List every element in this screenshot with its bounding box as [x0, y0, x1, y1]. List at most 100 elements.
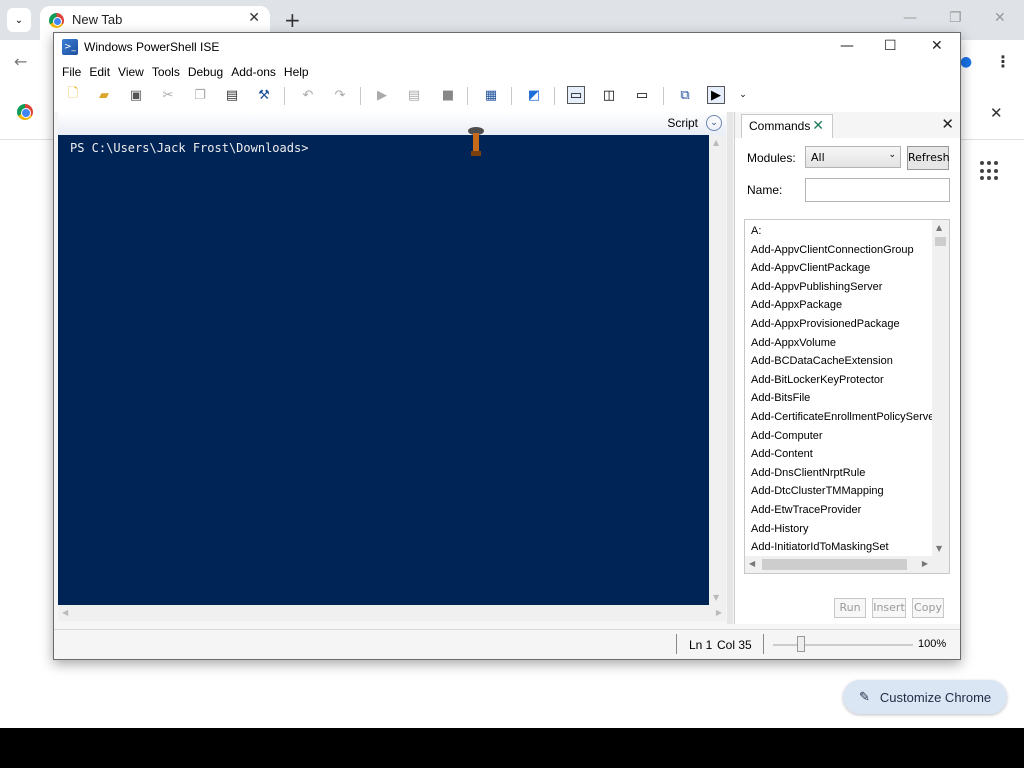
list-item[interactable]: Add-EtwTraceProvider	[751, 501, 937, 520]
menu-debug[interactable]: Debug	[188, 63, 230, 83]
commands-horizontal-scrollbar[interactable]: ◀ ▶	[745, 556, 932, 573]
zoom-level: 100%	[918, 638, 947, 650]
list-item[interactable]: Add-History	[751, 520, 937, 539]
run-selection-icon[interactable]: ▤	[405, 86, 423, 104]
status-line: Ln 1	[689, 638, 713, 652]
ise-minimize-button[interactable]: —	[840, 38, 854, 54]
commands-tab-label: Commands	[749, 119, 811, 133]
new-tab-button[interactable]: +	[284, 8, 301, 32]
tab-search-button[interactable]: ⌄	[7, 8, 31, 32]
menu-add-ons[interactable]: Add-ons	[231, 63, 283, 83]
ise-maximize-button[interactable]: ☐	[884, 38, 897, 54]
chrome-menu-icon[interactable]: ⋮	[995, 52, 1011, 71]
stop-icon[interactable]: ■	[439, 86, 457, 104]
chrome-restore-icon[interactable]: ❐	[949, 10, 962, 26]
list-item[interactable]: Add-AppxVolume	[751, 334, 937, 353]
scroll-down-icon[interactable]: ▼	[936, 544, 942, 553]
copy-icon[interactable]: ❐	[191, 86, 209, 104]
console-horizontal-scrollbar[interactable]: ◀ ▶	[58, 605, 726, 621]
zoom-slider-thumb[interactable]	[797, 636, 805, 652]
scroll-left-icon[interactable]: ◀	[749, 559, 755, 568]
chrome-minimize-icon[interactable]: —	[903, 10, 917, 26]
commands-tab[interactable]: Commands ✕	[741, 114, 833, 138]
paste-icon[interactable]: ▤	[223, 86, 241, 104]
list-item[interactable]: Add-BitsFile	[751, 389, 937, 408]
remote-powershell-icon[interactable]: ▦	[482, 86, 500, 104]
modules-dropdown[interactable]: All ⌄	[805, 146, 901, 168]
show-script-pane-maximized-icon[interactable]: ▭	[633, 86, 651, 104]
menu-help[interactable]: Help	[284, 63, 316, 83]
scroll-up-icon[interactable]: ▲	[936, 223, 942, 232]
start-powershell-icon[interactable]: ◩	[525, 86, 543, 104]
ise-window-title: Windows PowerShell ISE	[84, 40, 220, 54]
list-item[interactable]: Add-Content	[751, 445, 937, 464]
show-script-pane-top-icon[interactable]: ▭	[567, 86, 585, 104]
commands-tab-close-icon[interactable]: ✕	[812, 117, 824, 134]
powershell-ise-window: >_ Windows PowerShell ISE — ☐ ✕ File Edi…	[53, 32, 961, 660]
scroll-right-icon[interactable]: ▶	[716, 608, 722, 617]
toolbar-overflow-icon[interactable]: ⌄	[734, 86, 752, 104]
list-item[interactable]: Add-AppvClientPackage	[751, 259, 937, 278]
console-vertical-scrollbar[interactable]: ▲ ▼	[709, 135, 726, 605]
pane-splitter[interactable]	[727, 112, 733, 624]
save-icon[interactable]: ▣	[127, 86, 145, 104]
scroll-left-icon[interactable]: ◀	[62, 608, 68, 617]
list-item[interactable]: Add-DtcClusterTMMapping	[751, 482, 937, 501]
list-item[interactable]: Add-AppxProvisionedPackage	[751, 315, 937, 334]
run-script-icon[interactable]: ▶	[373, 86, 391, 104]
chrome-close-icon[interactable]: ✕	[994, 10, 1006, 26]
new-file-icon[interactable]: 🗋	[64, 86, 82, 104]
cut-icon[interactable]: ✂	[159, 86, 177, 104]
commands-vertical-scrollbar[interactable]: ▲ ▼	[932, 220, 949, 556]
scrollbar-thumb[interactable]	[762, 559, 907, 570]
show-command-addon-icon[interactable]: ▶	[707, 86, 725, 104]
list-item[interactable]: Add-BitLockerKeyProtector	[751, 371, 937, 390]
clear-console-icon[interactable]: ⚒	[255, 86, 273, 104]
run-button[interactable]: Run	[834, 598, 866, 618]
copy-button[interactable]: Copy	[912, 598, 944, 618]
list-item[interactable]: Add-CertificateEnrollmentPolicyServer	[751, 408, 937, 427]
menu-tools[interactable]: Tools	[152, 63, 187, 83]
zoom-slider[interactable]	[773, 644, 913, 646]
pencil-icon: ✎	[859, 689, 870, 704]
name-filter-input[interactable]	[805, 178, 950, 202]
list-item[interactable]: Add-Computer	[751, 427, 937, 446]
list-item[interactable]: Add-BCDataCacheExtension	[751, 352, 937, 371]
list-item[interactable]: Add-DnsClientNrptRule	[751, 464, 937, 483]
commands-list: A: Add-AppvClientConnectionGroup Add-App…	[744, 219, 950, 574]
script-pane-label[interactable]: Script	[667, 116, 698, 130]
toolbar-separator	[284, 87, 285, 105]
menu-edit[interactable]: Edit	[89, 63, 117, 83]
refresh-button[interactable]: Refresh	[907, 146, 950, 170]
list-item[interactable]: Add-AppxPackage	[751, 296, 937, 315]
list-item[interactable]: A:	[751, 222, 937, 241]
ise-title-bar[interactable]: >_ Windows PowerShell ISE — ☐ ✕	[54, 33, 960, 63]
show-script-pane-right-icon[interactable]: ◫	[600, 86, 618, 104]
undo-icon[interactable]: ↶	[299, 86, 317, 104]
console-pane[interactable]: PS C:\Users\Jack Frost\Downloads>	[58, 135, 709, 605]
list-item[interactable]: Add-AppvClientConnectionGroup	[751, 241, 937, 260]
menu-view[interactable]: View	[118, 63, 151, 83]
commands-body: Modules: All ⌄ Refresh Name: A: Add-Appv…	[735, 138, 960, 624]
show-command-window-icon[interactable]: ⧉	[676, 86, 694, 104]
insert-button[interactable]: Insert	[872, 598, 906, 618]
ise-close-button[interactable]: ✕	[931, 38, 943, 54]
desktop-screen: ⌄ New Tab ✕ + — ❐ ✕ ← ● ⋮ ✕ ✎ Customize …	[0, 0, 1024, 728]
scroll-right-icon[interactable]: ▶	[922, 559, 928, 568]
commands-addon-pane: Commands ✕ ✕ Modules: All ⌄ Refresh Name…	[734, 112, 960, 624]
chevron-down-icon[interactable]: ⌄	[706, 115, 722, 131]
customize-chrome-button[interactable]: ✎ Customize Chrome	[843, 680, 1007, 714]
apps-grid-icon[interactable]	[980, 161, 1000, 181]
redo-icon[interactable]: ↷	[331, 86, 349, 104]
info-bar-close-icon[interactable]: ✕	[990, 104, 1003, 122]
scrollbar-thumb[interactable]	[935, 237, 946, 246]
list-item[interactable]: Add-InitiatorIdToMaskingSet	[751, 538, 937, 557]
menu-file[interactable]: File	[62, 63, 88, 83]
chrome-tab-close-button[interactable]: ✕	[248, 10, 260, 26]
list-item[interactable]: Add-AppvPublishingServer	[751, 278, 937, 297]
scroll-up-icon[interactable]: ▲	[713, 138, 719, 147]
open-folder-icon[interactable]: ▰	[95, 86, 113, 104]
commands-pane-close-icon[interactable]: ✕	[941, 115, 954, 133]
back-arrow-icon[interactable]: ←	[14, 52, 27, 71]
scroll-down-icon[interactable]: ▼	[713, 593, 719, 602]
